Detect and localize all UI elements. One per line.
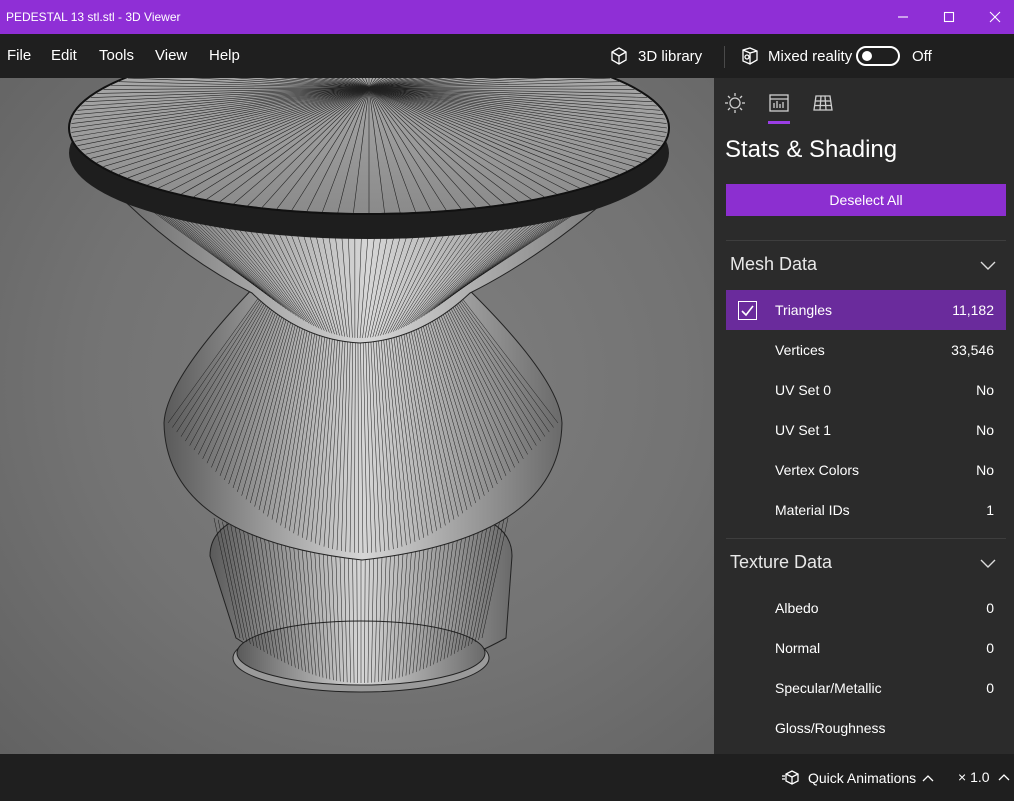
3d-library-button[interactable]: 3D library [609,34,702,78]
maximize-icon [943,11,955,23]
mesh-row-uv-set-0[interactable]: UV Set 0 No [726,370,1006,410]
menu-help[interactable]: Help [209,34,240,78]
3d-viewport[interactable] [0,78,714,754]
checkbox-checked-icon[interactable] [738,301,757,320]
row-label: UV Set 0 [775,382,832,398]
chevron-down-icon[interactable] [980,556,996,574]
texture-row-specular-metallic[interactable]: Specular/Metallic 0 [726,668,1006,708]
quick-animations-button[interactable]: Quick Animations [781,769,934,787]
row-value: 11,182 [952,302,994,318]
deselect-all-button[interactable]: Deselect All [726,184,1006,216]
mixed-reality-icon [742,47,758,65]
mesh-row-triangles[interactable]: Triangles 11,182 [726,290,1006,330]
divider [726,538,1006,539]
menu-file[interactable]: File [7,34,31,78]
row-value: No [976,382,994,398]
row-label: Vertices [775,342,825,358]
mesh-row-material-ids[interactable]: Material IDs 1 [726,490,1006,530]
row-value: 1 [986,502,994,518]
row-label: Specular/Metallic [775,680,882,696]
texture-row-normal[interactable]: Normal 0 [726,628,1006,668]
speed-label: × 1.0 [958,769,990,785]
row-label: Triangles [775,302,833,318]
lighting-icon [725,93,745,113]
stats-panel: Stats & Shading Deselect All Mesh Data T… [714,78,1014,754]
texture-row-albedo[interactable]: Albedo 0 [726,588,1006,628]
chevron-down-icon[interactable] [980,258,996,276]
cube-icon [611,47,627,65]
animation-cube-icon [782,770,799,785]
mixed-reality-button[interactable]: Mixed reality [740,34,852,78]
active-tab-indicator [768,121,790,124]
menu-bar: File Edit Tools View Help 3D library Mix… [0,34,1014,78]
texture-data-header[interactable]: Texture Data [730,552,832,573]
window-title: PEDESTAL 13 stl.stl - 3D Viewer [6,10,181,24]
title-bar: PEDESTAL 13 stl.stl - 3D Viewer [0,0,1014,34]
row-label: Material IDs [775,502,850,518]
status-bar: Quick Animations × 1.0 [0,754,1014,801]
mixed-reality-toggle[interactable]: Off [856,34,932,78]
row-label: Albedo [775,600,819,616]
texture-row-gloss-roughness[interactable]: Gloss/Roughness [726,708,1006,748]
close-icon [989,11,1001,23]
row-value: 0 [986,640,994,656]
menu-view[interactable]: View [155,34,187,78]
mesh-row-vertex-colors[interactable]: Vertex Colors No [726,450,1006,490]
row-label: UV Set 1 [775,422,832,438]
menu-edit[interactable]: Edit [51,34,77,78]
panel-title: Stats & Shading [725,136,898,163]
tab-lighting[interactable] [722,90,748,116]
quick-animations-label: Quick Animations [808,770,917,786]
row-label: Gloss/Roughness [775,720,886,736]
mesh-row-vertices[interactable]: Vertices 33,546 [726,330,1006,370]
mixed-reality-state: Off [912,47,932,65]
mixed-reality-label: Mixed reality [768,47,853,65]
stats-icon [769,94,789,112]
row-value: 33,546 [951,342,994,358]
tab-stats[interactable] [766,90,792,116]
row-value: No [976,422,994,438]
3d-library-label: 3D library [638,47,703,65]
row-label: Vertex Colors [775,462,860,478]
toggle-switch[interactable] [856,46,900,66]
chevron-up-icon[interactable] [922,774,934,782]
grid-icon [813,95,833,111]
divider [726,240,1006,241]
minimize-icon [898,16,908,18]
row-label: Normal [775,640,821,656]
mesh-row-uv-set-1[interactable]: UV Set 1 No [726,410,1006,450]
pedestal-model [68,78,670,693]
row-value: No [976,462,994,478]
tab-grid[interactable] [810,90,836,116]
mesh-data-header[interactable]: Mesh Data [730,254,817,275]
maximize-button[interactable] [926,0,972,34]
row-value: 0 [986,680,994,696]
menu-tools[interactable]: Tools [99,34,134,78]
chevron-up-icon[interactable] [998,773,1010,781]
close-button[interactable] [972,0,1014,34]
toolbar-divider [724,46,725,68]
minimize-button[interactable] [880,0,926,34]
row-value: 0 [986,600,994,616]
animation-speed[interactable]: × 1.0 [958,769,1010,785]
